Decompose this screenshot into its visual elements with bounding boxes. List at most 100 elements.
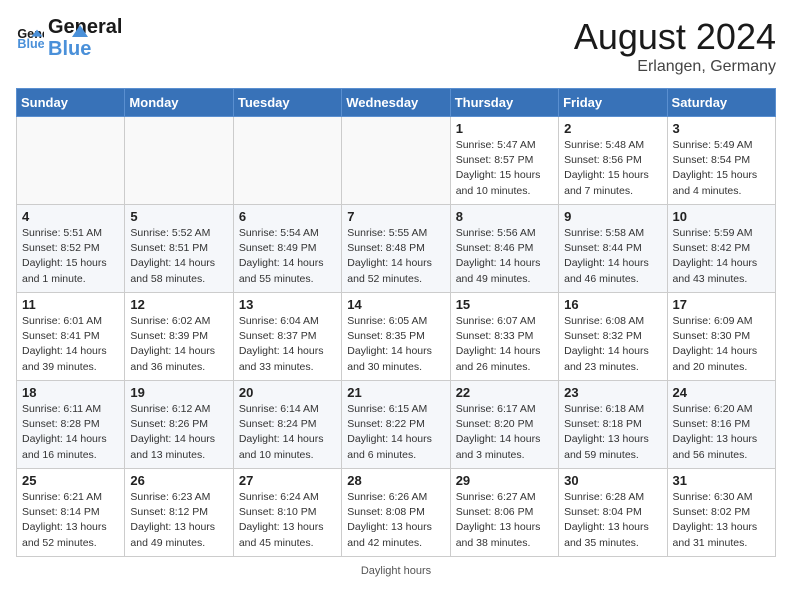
day-number: 31 xyxy=(673,473,770,488)
day-number: 25 xyxy=(22,473,119,488)
calendar-cell: 18 Sunrise: 6:11 AM Sunset: 8:28 PM Dayli… xyxy=(17,381,125,469)
day-info: Sunrise: 6:09 AM Sunset: 8:30 PM Dayligh… xyxy=(673,314,770,375)
calendar-cell: 23Sunrise: 6:18 AM Sunset: 8:18 PM Dayli… xyxy=(559,381,667,469)
calendar-cell xyxy=(342,117,450,205)
location-subtitle: Erlangen, Germany xyxy=(574,58,776,76)
week-row: 18 Sunrise: 6:11 AM Sunset: 8:28 PM Dayli… xyxy=(17,381,776,469)
calendar-table: SundayMondayTuesdayWednesdayThursdayFrid… xyxy=(16,88,776,557)
day-number: 22 xyxy=(456,385,553,400)
day-number: 26 xyxy=(130,473,227,488)
month-year-title: August 2024 xyxy=(574,16,776,58)
day-info: Sunrise: 5:47 AM Sunset: 8:57 PM Dayligh… xyxy=(456,138,553,199)
calendar-cell: 11Sunrise: 6:01 AM Sunset: 8:41 PM Dayli… xyxy=(17,293,125,381)
day-number: 13 xyxy=(239,297,336,312)
day-number: 9 xyxy=(564,209,661,224)
calendar-cell: 6 Sunrise: 5:54 AM Sunset: 8:49 PM Daylig… xyxy=(233,205,341,293)
calendar-cell: 21 Sunrise: 6:15 AM Sunset: 8:22 PM Dayli… xyxy=(342,381,450,469)
day-info: Sunrise: 6:28 AM Sunset: 8:04 PM Dayligh… xyxy=(564,490,661,551)
calendar-cell xyxy=(17,117,125,205)
calendar-cell: 10Sunrise: 5:59 AM Sunset: 8:42 PM Dayli… xyxy=(667,205,775,293)
day-info: Sunrise: 5:56 AM Sunset: 8:46 PM Dayligh… xyxy=(456,226,553,287)
svg-text:Blue: Blue xyxy=(17,37,44,51)
day-info: Sunrise: 6:21 AM Sunset: 8:14 PM Dayligh… xyxy=(22,490,119,551)
calendar-cell: 20 Sunrise: 6:14 AM Sunset: 8:24 PM Dayli… xyxy=(233,381,341,469)
calendar-cell xyxy=(125,117,233,205)
calendar-cell: 24 Sunrise: 6:20 AM Sunset: 8:16 PM Dayli… xyxy=(667,381,775,469)
day-number: 20 xyxy=(239,385,336,400)
day-number: 18 xyxy=(22,385,119,400)
day-info: Sunrise: 5:51 AM Sunset: 8:52 PM Dayligh… xyxy=(22,226,119,287)
calendar-day-header: Monday xyxy=(125,89,233,117)
day-info: Sunrise: 5:49 AM Sunset: 8:54 PM Dayligh… xyxy=(673,138,770,199)
day-number: 11 xyxy=(22,297,119,312)
page-header: General Blue General Blue August 2024 Er… xyxy=(16,16,776,76)
day-info: Sunrise: 6:17 AM Sunset: 8:20 PM Dayligh… xyxy=(456,402,553,463)
day-info: Sunrise: 5:52 AM Sunset: 8:51 PM Dayligh… xyxy=(130,226,227,287)
calendar-cell: 25 Sunrise: 6:21 AM Sunset: 8:14 PM Dayli… xyxy=(17,469,125,557)
calendar-cell: 31Sunrise: 6:30 AM Sunset: 8:02 PM Dayli… xyxy=(667,469,775,557)
calendar-cell: 16 Sunrise: 6:08 AM Sunset: 8:32 PM Dayli… xyxy=(559,293,667,381)
calendar-cell: 28 Sunrise: 6:26 AM Sunset: 8:08 PM Dayli… xyxy=(342,469,450,557)
day-info: Sunrise: 6:02 AM Sunset: 8:39 PM Dayligh… xyxy=(130,314,227,375)
calendar-cell: 8Sunrise: 5:56 AM Sunset: 8:46 PM Daylig… xyxy=(450,205,558,293)
calendar-cell: 29 Sunrise: 6:27 AM Sunset: 8:06 PM Dayli… xyxy=(450,469,558,557)
calendar-cell: 17 Sunrise: 6:09 AM Sunset: 8:30 PM Dayli… xyxy=(667,293,775,381)
day-number: 28 xyxy=(347,473,444,488)
day-number: 30 xyxy=(564,473,661,488)
week-row: 25 Sunrise: 6:21 AM Sunset: 8:14 PM Dayli… xyxy=(17,469,776,557)
day-info: Sunrise: 6:08 AM Sunset: 8:32 PM Dayligh… xyxy=(564,314,661,375)
calendar-cell xyxy=(233,117,341,205)
calendar-cell: 9 Sunrise: 5:58 AM Sunset: 8:44 PM Daylig… xyxy=(559,205,667,293)
day-number: 15 xyxy=(456,297,553,312)
day-number: 5 xyxy=(130,209,227,224)
day-number: 16 xyxy=(564,297,661,312)
week-row: 11Sunrise: 6:01 AM Sunset: 8:41 PM Dayli… xyxy=(17,293,776,381)
day-info: Sunrise: 5:58 AM Sunset: 8:44 PM Dayligh… xyxy=(564,226,661,287)
calendar-cell: 27Sunrise: 6:24 AM Sunset: 8:10 PM Dayli… xyxy=(233,469,341,557)
day-number: 24 xyxy=(673,385,770,400)
calendar-cell: 19Sunrise: 6:12 AM Sunset: 8:26 PM Dayli… xyxy=(125,381,233,469)
day-number: 17 xyxy=(673,297,770,312)
day-number: 4 xyxy=(22,209,119,224)
day-info: Sunrise: 6:20 AM Sunset: 8:16 PM Dayligh… xyxy=(673,402,770,463)
footer-note: Daylight hours xyxy=(16,565,776,577)
day-number: 23 xyxy=(564,385,661,400)
day-info: Sunrise: 6:15 AM Sunset: 8:22 PM Dayligh… xyxy=(347,402,444,463)
calendar-cell: 14 Sunrise: 6:05 AM Sunset: 8:35 PM Dayli… xyxy=(342,293,450,381)
day-info: Sunrise: 5:48 AM Sunset: 8:56 PM Dayligh… xyxy=(564,138,661,199)
day-number: 19 xyxy=(130,385,227,400)
calendar-day-header: Friday xyxy=(559,89,667,117)
day-info: Sunrise: 5:55 AM Sunset: 8:48 PM Dayligh… xyxy=(347,226,444,287)
day-info: Sunrise: 6:05 AM Sunset: 8:35 PM Dayligh… xyxy=(347,314,444,375)
calendar-day-header: Saturday xyxy=(667,89,775,117)
week-row: 4 Sunrise: 5:51 AM Sunset: 8:52 PM Daylig… xyxy=(17,205,776,293)
day-info: Sunrise: 6:11 AM Sunset: 8:28 PM Dayligh… xyxy=(22,402,119,463)
calendar-cell: 22 Sunrise: 6:17 AM Sunset: 8:20 PM Dayli… xyxy=(450,381,558,469)
day-info: Sunrise: 5:54 AM Sunset: 8:49 PM Dayligh… xyxy=(239,226,336,287)
day-info: Sunrise: 6:26 AM Sunset: 8:08 PM Dayligh… xyxy=(347,490,444,551)
day-info: Sunrise: 6:07 AM Sunset: 8:33 PM Dayligh… xyxy=(456,314,553,375)
day-info: Sunrise: 6:27 AM Sunset: 8:06 PM Dayligh… xyxy=(456,490,553,551)
day-info: Sunrise: 6:14 AM Sunset: 8:24 PM Dayligh… xyxy=(239,402,336,463)
day-info: Sunrise: 6:23 AM Sunset: 8:12 PM Dayligh… xyxy=(130,490,227,551)
title-area: August 2024 Erlangen, Germany xyxy=(574,16,776,76)
calendar-header-row: SundayMondayTuesdayWednesdayThursdayFrid… xyxy=(17,89,776,117)
calendar-cell: 7 Sunrise: 5:55 AM Sunset: 8:48 PM Daylig… xyxy=(342,205,450,293)
day-number: 7 xyxy=(347,209,444,224)
calendar-cell: 3Sunrise: 5:49 AM Sunset: 8:54 PM Daylig… xyxy=(667,117,775,205)
day-number: 29 xyxy=(456,473,553,488)
calendar-day-header: Thursday xyxy=(450,89,558,117)
day-number: 27 xyxy=(239,473,336,488)
calendar-cell: 5 Sunrise: 5:52 AM Sunset: 8:51 PM Daylig… xyxy=(125,205,233,293)
day-number: 12 xyxy=(130,297,227,312)
day-number: 6 xyxy=(239,209,336,224)
calendar-cell: 13 Sunrise: 6:04 AM Sunset: 8:37 PM Dayli… xyxy=(233,293,341,381)
calendar-cell: 15 Sunrise: 6:07 AM Sunset: 8:33 PM Dayli… xyxy=(450,293,558,381)
calendar-cell: 12 Sunrise: 6:02 AM Sunset: 8:39 PM Dayli… xyxy=(125,293,233,381)
calendar-cell: 26 Sunrise: 6:23 AM Sunset: 8:12 PM Dayli… xyxy=(125,469,233,557)
day-number: 14 xyxy=(347,297,444,312)
day-number: 21 xyxy=(347,385,444,400)
day-info: Sunrise: 6:04 AM Sunset: 8:37 PM Dayligh… xyxy=(239,314,336,375)
calendar-cell: 1Sunrise: 5:47 AM Sunset: 8:57 PM Daylig… xyxy=(450,117,558,205)
calendar-cell: 2Sunrise: 5:48 AM Sunset: 8:56 PM Daylig… xyxy=(559,117,667,205)
